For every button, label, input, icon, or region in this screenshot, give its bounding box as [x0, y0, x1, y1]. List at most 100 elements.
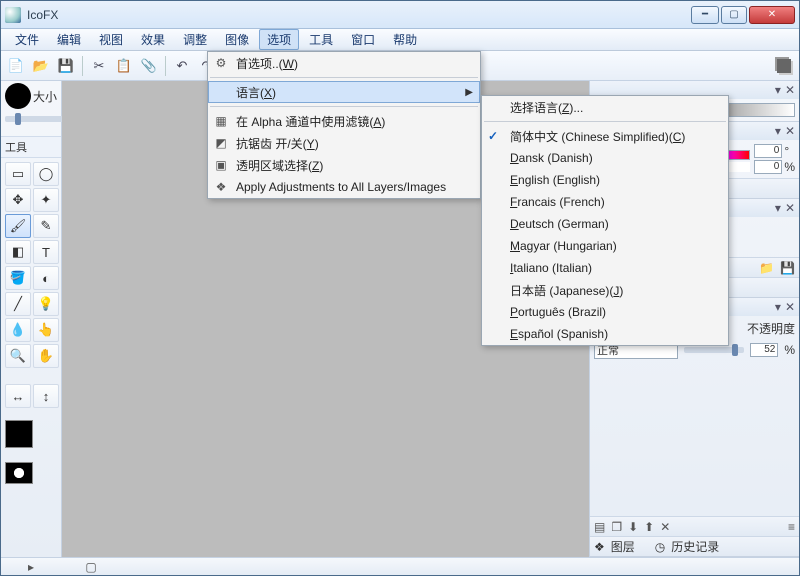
tool-lightbulb[interactable]: 💡 [33, 292, 59, 316]
layers-icon[interactable] [773, 55, 795, 77]
history-footer-tab[interactable]: 历史记录 [671, 538, 719, 555]
menu-effects[interactable]: 效果 [133, 29, 173, 50]
menu-adjust[interactable]: 调整 [175, 29, 215, 50]
tool-flip-h[interactable]: ↔ [5, 384, 31, 408]
options-menu-dropdown: ⚙ 首选项..(W) 语言(X) ▶ ▦ 在 Alpha 通道中使用滤镜(A) … [207, 51, 481, 199]
lang-fr[interactable]: Francais (French) [482, 191, 728, 213]
tool-wand[interactable]: ✦ [33, 188, 59, 212]
app-icon [5, 7, 21, 23]
panel-close-icon[interactable]: ✕ [785, 83, 795, 97]
history-footer-icon: ◷ [655, 540, 665, 554]
layers-footer-icon: ❖ [594, 540, 605, 554]
brush-size-label: 大小 [33, 88, 57, 105]
menu-item-antialias[interactable]: ◩ 抗锯齿 开/关(Y) [208, 132, 480, 154]
pattern-swatch[interactable] [5, 462, 33, 484]
menubar: 文件 编辑 视图 效果 调整 图像 选项 工具 窗口 帮助 [1, 29, 799, 51]
menu-image[interactable]: 图像 [217, 29, 257, 50]
minimize-button[interactable]: ━ [691, 6, 719, 24]
menu-item-language[interactable]: 语言(X) ▶ [208, 81, 480, 103]
tool-pencil[interactable]: ✎ [33, 214, 59, 238]
tool-brush[interactable]: 🖌 [5, 214, 31, 238]
left-sidebar: 大小 50 px 工具 ▭ ◯ ✥ ✦ 🖌 ✎ ◧ T 🪣 [1, 81, 62, 557]
folder-icon[interactable]: 📁 [759, 261, 774, 275]
opacity-slider[interactable] [684, 347, 744, 353]
tool-eraser[interactable]: ◧ [5, 240, 31, 264]
dup-layer-icon[interactable]: ❐ [611, 520, 622, 534]
lang-select[interactable]: 选择语言(Z)... [482, 96, 728, 118]
panel-collapse-icon[interactable]: ▾ [775, 83, 781, 97]
maximize-button[interactable]: ▢ [721, 6, 747, 24]
menu-view[interactable]: 视图 [91, 29, 131, 50]
layers-footer-tab[interactable]: 图层 [611, 538, 635, 555]
menu-item-transparent-sel[interactable]: ▣ 透明区域选择(Z) [208, 154, 480, 176]
titlebar: IcoFX ━ ▢ ✕ [1, 1, 799, 29]
check-icon: ✓ [488, 129, 498, 143]
cut-icon[interactable]: ✂ [88, 55, 110, 77]
select-icon: ▣ [212, 158, 230, 172]
menu-item-alpha-filter[interactable]: ▦ 在 Alpha 通道中使用滤镜(A) [208, 110, 480, 132]
tool-line[interactable]: ╱ [5, 292, 31, 316]
angle-field[interactable]: 0 [754, 144, 782, 158]
new-icon[interactable]: 📄 [5, 55, 27, 77]
foreground-color[interactable] [5, 420, 33, 448]
brush-preview: 大小 50 px [1, 81, 61, 137]
tool-zoom[interactable]: 🔍 [5, 344, 31, 368]
lang-de[interactable]: Deutsch (German) [482, 213, 728, 235]
lang-it[interactable]: Italiano (Italian) [482, 257, 728, 279]
tool-marquee[interactable]: ▭ [5, 162, 31, 186]
menu-help[interactable]: 帮助 [385, 29, 425, 50]
window-title: IcoFX [27, 8, 691, 22]
paste-icon[interactable]: 📎 [138, 55, 160, 77]
opacity-field[interactable]: 52 [750, 343, 778, 357]
save-icon[interactable]: 💾 [55, 55, 77, 77]
delete-layer-icon[interactable]: ✕ [660, 520, 670, 534]
menu-item-preferences[interactable]: ⚙ 首选项..(W) [208, 52, 480, 74]
open-icon[interactable]: 📂 [30, 55, 52, 77]
percent-field[interactable]: 0 [754, 160, 782, 174]
tool-grid: ▭ ◯ ✥ ✦ 🖌 ✎ ◧ T 🪣 ◐ ╱ 💡 💧 👆 🔍 ✋ [1, 158, 61, 372]
tool-gradient[interactable]: ◐ [33, 266, 59, 290]
menu-window[interactable]: 窗口 [343, 29, 383, 50]
close-button[interactable]: ✕ [749, 6, 795, 24]
tool-fill[interactable]: 🪣 [5, 266, 31, 290]
lang-da[interactable]: Dansk (Danish) [482, 147, 728, 169]
stack-icon: ❖ [212, 180, 230, 194]
gear-icon: ⚙ [212, 56, 230, 70]
language-submenu: 选择语言(Z)... ✓简体中文 (Chinese Simplified)(C)… [481, 95, 729, 346]
lang-hu[interactable]: Magyar (Hungarian) [482, 235, 728, 257]
tool-hand[interactable]: ✋ [33, 344, 59, 368]
lang-zh[interactable]: ✓简体中文 (Chinese Simplified)(C) [482, 125, 728, 147]
new-layer-icon[interactable]: ▤ [594, 520, 605, 534]
copy-icon[interactable]: 📋 [113, 55, 135, 77]
antialias-icon: ◩ [212, 136, 230, 150]
tools-panel-title: 工具 [1, 137, 61, 158]
menu-item-apply-all[interactable]: ❖ Apply Adjustments to All Layers/Images [208, 176, 480, 198]
merge-up-icon[interactable]: ⬆ [644, 520, 654, 534]
opacity-label: 不透明度 [747, 320, 795, 337]
layer-menu-icon[interactable]: ≡ [788, 520, 795, 534]
tool-smudge[interactable]: 👆 [33, 318, 59, 342]
menu-tools[interactable]: 工具 [301, 29, 341, 50]
save-swatch-icon[interactable]: 💾 [780, 261, 795, 275]
menu-file[interactable]: 文件 [7, 29, 47, 50]
lang-en[interactable]: English (English) [482, 169, 728, 191]
window-controls: ━ ▢ ✕ [691, 6, 795, 24]
menu-options[interactable]: 选项 [259, 29, 299, 50]
tool-flip-v[interactable]: ↕ [33, 384, 59, 408]
tool-text[interactable]: T [33, 240, 59, 264]
chevron-right-icon: ▶ [465, 87, 473, 98]
app-window: IcoFX ━ ▢ ✕ 文件 编辑 视图 效果 调整 图像 选项 工具 窗口 帮… [0, 0, 800, 576]
tool-eyedropper[interactable]: 💧 [5, 318, 31, 342]
brush-dot-icon [5, 83, 31, 109]
lang-pt[interactable]: Português (Brazil) [482, 301, 728, 323]
tool-lasso[interactable]: ◯ [33, 162, 59, 186]
menu-edit[interactable]: 编辑 [49, 29, 89, 50]
merge-down-icon[interactable]: ⬇ [628, 520, 638, 534]
tool-move[interactable]: ✥ [5, 188, 31, 212]
statusbar: ▸ ▢ [1, 557, 799, 575]
undo-icon[interactable]: ↶ [171, 55, 193, 77]
layer-toolbar: ▤ ❐ ⬇ ⬆ ✕ ≡ [590, 516, 799, 536]
lang-es[interactable]: Español (Spanish) [482, 323, 728, 345]
checker-icon: ▦ [212, 114, 230, 128]
lang-ja[interactable]: 日本語 (Japanese)(J) [482, 279, 728, 301]
